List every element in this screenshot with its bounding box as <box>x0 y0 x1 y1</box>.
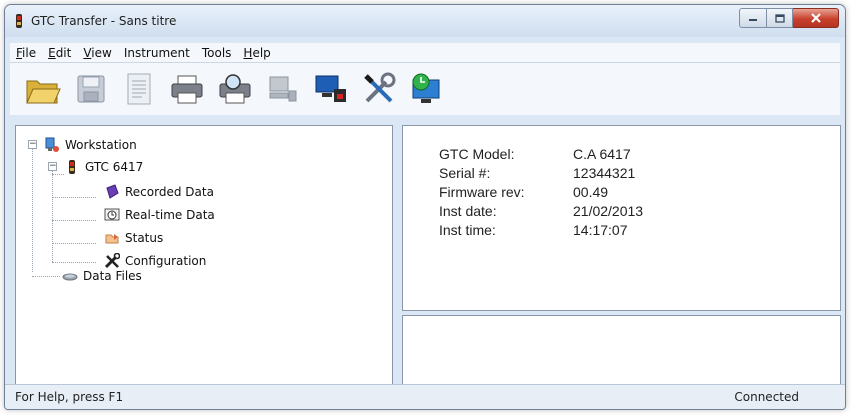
tree-item-workstation[interactable]: Workstation <box>44 136 137 154</box>
info-label: Inst time: <box>439 222 496 238</box>
tree-item-label: Configuration <box>125 254 207 268</box>
info-row: Firmware rev: 00.49 <box>439 184 643 203</box>
status-bar: For Help, press F1 Connected <box>5 384 845 409</box>
app-window: GTC Transfer - Sans titre File Edit View In… <box>4 4 846 410</box>
tree-pane[interactable]: − Workstation − GTC 6417 Recorded Data R… <box>15 125 393 385</box>
tools-icon <box>364 72 396 103</box>
tree-connector <box>52 262 96 263</box>
tree-item-instrument[interactable]: GTC 6417 <box>64 158 143 176</box>
document-icon <box>127 73 151 105</box>
info-value: 21/02/2013 <box>573 203 644 219</box>
print-icon <box>171 75 203 104</box>
instrument-icon <box>64 159 80 175</box>
tree-connector <box>52 166 53 262</box>
tree-item-data-files[interactable]: Data Files <box>62 267 142 285</box>
tree-connector <box>32 148 33 272</box>
open-button[interactable] <box>22 68 64 110</box>
status-icon <box>104 230 120 246</box>
close-icon <box>810 13 821 23</box>
tools-button[interactable] <box>358 68 400 110</box>
instrument-info: GTC Model: C.A 6417 Serial #: 12344321 Firmw… <box>439 146 643 241</box>
menu-help[interactable]: Help <box>237 46 276 60</box>
info-label: Inst date: <box>439 203 497 219</box>
printer-setup-icon <box>269 76 297 102</box>
clock-sync-button[interactable] <box>406 68 448 110</box>
title-bar[interactable]: GTC Transfer - Sans titre <box>5 5 845 37</box>
tree-item-label: Status <box>125 231 164 245</box>
tree-item-label: Data Files <box>83 269 142 283</box>
menu-instrument[interactable]: Instrument <box>118 46 196 60</box>
print-preview-button[interactable] <box>214 68 256 110</box>
tree-item-recorded-data[interactable]: Recorded Data <box>104 183 214 201</box>
maximize-button[interactable] <box>767 8 793 28</box>
info-row: Inst time: 14:17:07 <box>439 222 643 241</box>
print-button[interactable] <box>166 68 208 110</box>
menu-edit[interactable]: Edit <box>42 46 77 60</box>
tree-item-label: Real-time Data <box>125 208 215 222</box>
clock-monitor-icon <box>412 73 440 103</box>
collapse-instrument-toggle[interactable]: − <box>48 162 57 171</box>
info-label: GTC Model: <box>439 146 515 162</box>
menu-tools[interactable]: Tools <box>196 46 238 60</box>
info-row: Inst date: 21/02/2013 <box>439 203 643 222</box>
tree-item-real-time-data[interactable]: Real-time Data <box>104 206 215 224</box>
save-button[interactable] <box>70 68 112 110</box>
tree-item-label: Recorded Data <box>125 185 214 199</box>
message-pane <box>402 315 841 385</box>
info-value: 14:17:07 <box>573 222 628 238</box>
tree-connector <box>52 174 64 175</box>
collapse-workstation-toggle[interactable]: − <box>28 140 37 149</box>
minimize-button[interactable] <box>739 8 767 28</box>
status-help-text: For Help, press F1 <box>15 390 124 404</box>
tree-item-label: Workstation <box>65 138 137 152</box>
menu-file[interactable]: File <box>10 46 42 60</box>
open-folder-icon <box>26 80 61 104</box>
computer-transfer-icon <box>315 75 346 102</box>
print-preview-icon <box>219 74 251 104</box>
info-label: Firmware rev: <box>439 184 525 200</box>
close-button[interactable] <box>793 8 839 28</box>
info-value: 00.49 <box>573 184 609 200</box>
connection-status: Connected <box>734 390 799 404</box>
printer-setup-button[interactable] <box>262 68 304 110</box>
app-icon <box>15 13 23 29</box>
tree-connector <box>52 220 96 221</box>
menu-bar: File Edit View Instrument Tools Help <box>10 43 840 63</box>
workstation-icon <box>44 137 60 153</box>
tree-connector <box>52 197 96 198</box>
instrument-info-pane: GTC Model: C.A 6417 Serial #: 12344321 Firmw… <box>402 125 841 311</box>
info-row: Serial #: 12344321 <box>439 165 643 184</box>
menu-view[interactable]: View <box>77 46 117 60</box>
info-value: 12344321 <box>573 165 636 181</box>
toolbar <box>10 63 840 115</box>
tree-item-label: GTC 6417 <box>85 160 144 174</box>
recorded-data-icon <box>104 184 120 200</box>
tree-connector <box>32 276 60 277</box>
real-time-data-icon <box>104 207 120 223</box>
save-icon <box>77 75 105 103</box>
data-files-icon <box>62 268 78 284</box>
info-value: C.A 6417 <box>573 146 631 162</box>
info-row: GTC Model: C.A 6417 <box>439 146 643 165</box>
send-to-instrument-button[interactable] <box>310 68 352 110</box>
info-label: Serial #: <box>439 165 491 181</box>
tree-item-status[interactable]: Status <box>104 229 163 247</box>
window-title: GTC Transfer - Sans titre <box>31 14 177 28</box>
tree-connector <box>52 243 96 244</box>
document-button[interactable] <box>118 68 160 110</box>
